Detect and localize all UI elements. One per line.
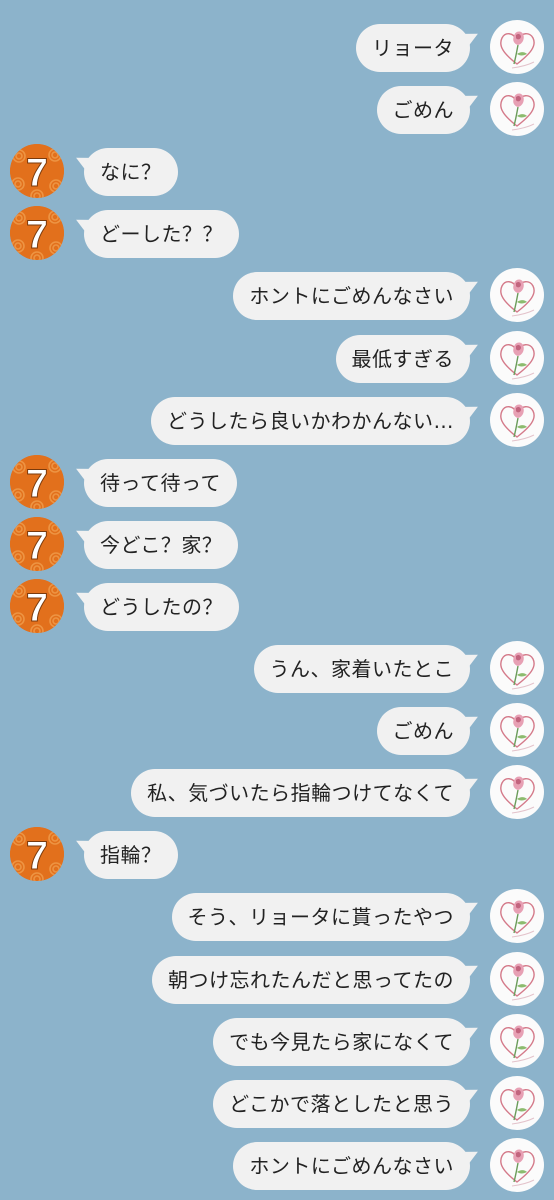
message-bubble[interactable]: どーした？？ — [84, 210, 239, 259]
rose-heart-icon[interactable] — [490, 1075, 544, 1130]
message-bubble[interactable]: ごめん — [376, 86, 470, 135]
message-bubble[interactable]: ホントにごめんなさい — [233, 272, 470, 321]
rose-heart-icon[interactable] — [490, 765, 544, 820]
message-bubble[interactable]: リョータ — [356, 24, 470, 72]
message-bubble[interactable]: どこかで落としたと思う — [213, 1079, 470, 1128]
message-bubble[interactable]: なに？ — [84, 148, 178, 197]
message-bubble[interactable]: でも今見たら家になくて — [213, 1017, 470, 1066]
message-row-outgoing: 最低すぎる — [0, 327, 554, 389]
message-row-outgoing: どこかで落としたと思う — [0, 1072, 554, 1134]
message-row-incoming: 7 どーした？？ — [0, 202, 554, 264]
message-row-incoming: 7 今どこ？家？ — [0, 513, 554, 575]
message-row-incoming: 7 どうしたの？ — [0, 575, 554, 637]
message-bubble[interactable]: どうしたら良いかわかんない… — [151, 396, 470, 445]
number-seven-icon[interactable]: 7 — [10, 144, 64, 199]
message-bubble[interactable]: 待って待って — [84, 458, 237, 507]
message-row-outgoing: リョータ — [0, 16, 554, 78]
message-bubble[interactable]: 最低すぎる — [335, 334, 470, 383]
message-bubble[interactable]: どうしたの？ — [84, 582, 239, 631]
rose-heart-icon[interactable] — [490, 951, 544, 1006]
message-bubble[interactable]: ホントにごめんなさい — [233, 1141, 470, 1190]
message-row-incoming: 7 待って待って — [0, 451, 554, 513]
rose-heart-icon[interactable] — [490, 641, 544, 695]
rose-heart-icon[interactable] — [490, 392, 544, 447]
message-row-outgoing: ごめん — [0, 78, 554, 140]
message-row-incoming: 7 指輪？ — [0, 823, 554, 885]
message-row-outgoing: でも今見たら家になくて — [0, 1010, 554, 1072]
svg-text:7: 7 — [26, 586, 48, 630]
message-row-outgoing: 私、気づいたら指輪つけてなくて — [0, 761, 554, 823]
message-bubble[interactable]: ごめん — [376, 707, 470, 756]
message-bubble[interactable]: 今どこ？家？ — [84, 520, 239, 569]
rose-heart-icon[interactable] — [490, 330, 544, 385]
svg-text:7: 7 — [26, 524, 48, 568]
message-bubble[interactable]: 指輪？ — [84, 831, 178, 880]
message-row-outgoing: ホントにごめんなさい — [0, 1134, 554, 1196]
number-seven-icon[interactable]: 7 — [10, 454, 64, 509]
rose-heart-icon[interactable] — [490, 268, 544, 323]
rose-heart-icon[interactable] — [490, 82, 544, 137]
message-row-outgoing: 朝つけ忘れたんだと思ってたの — [0, 948, 554, 1010]
number-seven-icon[interactable]: 7 — [10, 578, 64, 633]
number-seven-icon[interactable]: 7 — [10, 516, 64, 571]
number-seven-icon[interactable]: 7 — [10, 206, 64, 261]
rose-heart-icon[interactable] — [490, 1137, 544, 1192]
message-bubble[interactable]: そう、リョータに貰ったやつ — [171, 893, 470, 942]
rose-heart-icon[interactable] — [490, 20, 544, 74]
svg-text:7: 7 — [26, 462, 48, 506]
message-bubble[interactable]: うん、家着いたとこ — [253, 645, 470, 693]
rose-heart-icon[interactable] — [490, 703, 544, 758]
message-row-outgoing: うん、家着いたとこ — [0, 637, 554, 699]
rose-heart-icon[interactable] — [490, 889, 544, 944]
message-row-outgoing: ごめん — [0, 699, 554, 761]
message-row-outgoing: そう、リョータに貰ったやつ — [0, 885, 554, 947]
number-seven-icon[interactable]: 7 — [10, 827, 64, 882]
message-row-incoming: 7 なに？ — [0, 140, 554, 202]
message-row-outgoing: どうしたら良いかわかんない… — [0, 389, 554, 451]
message-bubble[interactable]: 朝つけ忘れたんだと思ってたの — [152, 955, 470, 1004]
message-bubble[interactable]: 私、気づいたら指輪つけてなくて — [131, 769, 470, 818]
message-row-outgoing: ホントにごめんなさい — [0, 264, 554, 326]
rose-heart-icon[interactable] — [490, 1013, 544, 1068]
svg-text:7: 7 — [26, 834, 48, 878]
svg-text:7: 7 — [26, 151, 48, 195]
svg-text:7: 7 — [26, 213, 48, 257]
chat-message-list[interactable]: リョータ ごめん 7 なに？ 7 どーした？？ ホントにごめんなさい 最低すぎる… — [0, 0, 554, 1200]
